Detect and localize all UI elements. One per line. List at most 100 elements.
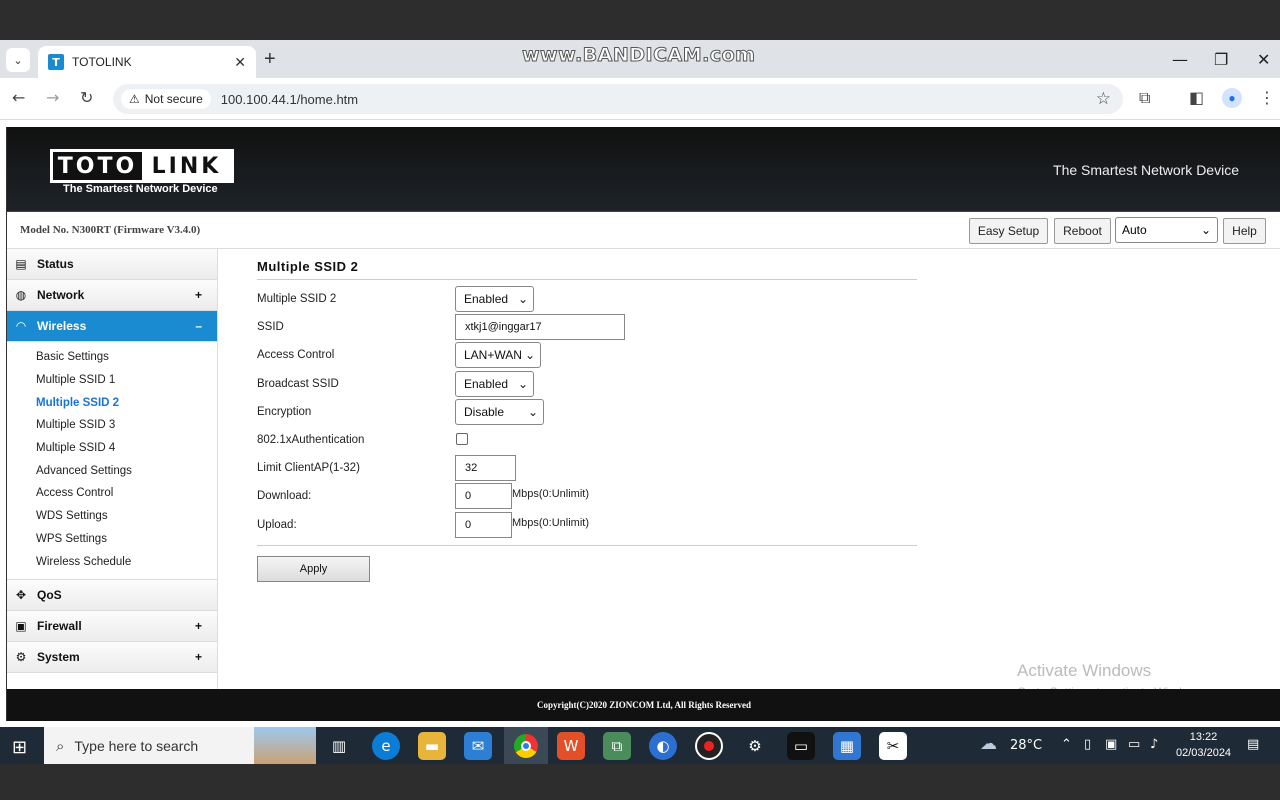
notifications-icon[interactable]: ▤: [1247, 737, 1259, 752]
sidebar-item-wps-settings[interactable]: WPS Settings: [7, 528, 217, 551]
capcut-icon[interactable]: ✂: [879, 732, 907, 760]
form-row-download: Download: 0 Mbps(0:Unlimit): [257, 482, 917, 510]
form-row-limit-client: Limit ClientAP(1-32) 32: [257, 454, 917, 482]
side-panel-icon[interactable]: ◧: [1189, 88, 1204, 107]
ssid-input[interactable]: xtkj1@inggar17: [455, 314, 625, 341]
sidebar-section-firewall[interactable]: ▣ Firewall +: [7, 610, 217, 642]
wireless-submenu: Basic Settings Multiple SSID 1 Multiple …: [7, 342, 217, 580]
settings-gear-icon[interactable]: ⚙: [741, 732, 769, 760]
wifi-icon: ◠: [16, 319, 26, 333]
bandicam-record-icon[interactable]: [695, 732, 723, 760]
select-value: Enabled: [464, 376, 509, 391]
broadcast-ssid-select[interactable]: Enabled ⌄: [455, 370, 534, 397]
weather-temperature[interactable]: 28°C: [1010, 738, 1042, 753]
sidebar-section-network[interactable]: ◍ Network +: [7, 280, 217, 311]
terminal-icon[interactable]: ▭: [787, 732, 815, 760]
window-close-icon[interactable]: ✕: [1257, 50, 1270, 69]
security-indicator[interactable]: ⚠ Not secure: [121, 89, 211, 109]
upload-unit: Mbps(0:Unlimit): [512, 516, 590, 529]
reload-icon[interactable]: ↻: [80, 88, 93, 107]
display-icon[interactable]: ▣: [1105, 737, 1117, 752]
multiple-ssid-select[interactable]: Enabled ⌄: [455, 286, 534, 312]
sidebar-item-multiple-ssid-2[interactable]: Multiple SSID 2: [7, 391, 217, 414]
chevron-down-icon: ⌄: [527, 404, 538, 419]
screen-top-band: [0, 0, 1280, 40]
logo-left-text: TOTO: [53, 152, 142, 180]
ssid-label: SSID: [257, 321, 284, 334]
encryption-select[interactable]: Disable ⌄: [455, 398, 544, 425]
broadcast-ssid-label: Broadcast SSID: [257, 377, 339, 390]
easy-setup-button[interactable]: Easy Setup: [969, 218, 1048, 244]
apply-button[interactable]: Apply: [257, 556, 370, 582]
browser-tab[interactable]: T TOTOLINK ✕: [38, 46, 256, 78]
taskbar-search-box[interactable]: ⌕ Type here to search: [44, 727, 316, 764]
language-value: Auto: [1122, 223, 1147, 237]
settings-form: Multiple SSID 2 Multiple SSID 2 Enabled ⌄…: [257, 259, 917, 582]
warning-triangle-icon: ⚠: [129, 92, 140, 106]
show-hidden-icons-chevron-icon[interactable]: ⌃: [1061, 737, 1072, 752]
wps-office-icon[interactable]: W: [557, 732, 585, 760]
back-arrow-icon[interactable]: ←: [12, 88, 25, 107]
gear-icon: ⚙: [15, 649, 27, 664]
tab-title: TOTOLINK: [72, 55, 132, 69]
menu-kebab-icon[interactable]: ⋮: [1259, 88, 1275, 107]
upload-input[interactable]: 0: [455, 511, 512, 538]
authentication-checkbox[interactable]: [456, 432, 468, 445]
bookmark-star-icon[interactable]: ☆: [1096, 89, 1111, 109]
volume-icon[interactable]: ♪: [1150, 737, 1158, 752]
extensions-puzzle-icon[interactable]: ⧉: [1139, 88, 1150, 108]
access-control-select[interactable]: LAN+WAN ⌄: [455, 342, 541, 369]
limit-client-label: Limit ClientAP(1-32): [257, 462, 360, 475]
sidebar-item-multiple-ssid-4[interactable]: Multiple SSID 4: [7, 437, 217, 460]
profile-avatar-icon[interactable]: ●: [1222, 88, 1242, 108]
network-icon[interactable]: ▭: [1128, 737, 1140, 752]
sidebar-item-advanced-settings[interactable]: Advanced Settings: [7, 459, 217, 482]
security-label: Not secure: [144, 92, 203, 106]
tab-close-icon[interactable]: ✕: [234, 54, 246, 71]
sidebar-item-multiple-ssid-1[interactable]: Multiple SSID 1: [7, 369, 217, 392]
weather-cloud-icon[interactable]: ☁: [980, 734, 997, 754]
chrome-taskbar-button[interactable]: [504, 727, 548, 764]
new-tab-plus-icon[interactable]: +: [264, 48, 276, 71]
clock-time: 13:22: [1189, 731, 1218, 743]
sidebar-item-wds-settings[interactable]: WDS Settings: [7, 505, 217, 528]
sidebar-item-wireless-schedule[interactable]: Wireless Schedule: [7, 550, 217, 573]
screen-bottom-band: [0, 764, 1280, 800]
reboot-button[interactable]: Reboot: [1054, 218, 1111, 244]
expand-plus-icon: +: [194, 649, 202, 664]
download-input[interactable]: 0: [455, 483, 512, 510]
sidebar-item-basic-settings[interactable]: Basic Settings: [7, 346, 217, 369]
help-button[interactable]: Help: [1223, 218, 1266, 244]
network-tool-icon[interactable]: ⧉: [603, 732, 631, 760]
sidebar-section-status[interactable]: ▤ Status: [7, 249, 217, 280]
encryption-label: Encryption: [257, 405, 312, 418]
meet-now-icon[interactable]: ▯: [1084, 737, 1091, 752]
forward-arrow-icon[interactable]: →: [46, 88, 59, 107]
windows-start-icon[interactable]: ⊞: [12, 737, 27, 758]
sidebar-item-access-control[interactable]: Access Control: [7, 482, 217, 505]
sidebar-section-wireless[interactable]: ◠ Wireless –: [7, 311, 217, 342]
vpn-app-icon[interactable]: ◐: [649, 732, 677, 760]
mail-icon[interactable]: ✉: [464, 732, 492, 760]
authentication-label: 802.1xAuthentication: [257, 433, 365, 446]
sidebar-section-system[interactable]: ⚙ System +: [7, 641, 217, 673]
taskbar-clock[interactable]: 13:22 02/03/2024: [1176, 729, 1231, 761]
file-explorer-icon[interactable]: ▬: [418, 732, 446, 760]
tab-search-chevron-icon[interactable]: ⌄: [6, 48, 30, 72]
address-bar[interactable]: ⚠ Not secure 100.100.44.1/home.htm ☆: [113, 84, 1123, 114]
bandicam-watermark: www.BANDICAM.com: [521, 44, 756, 67]
sidebar-item-multiple-ssid-3[interactable]: Multiple SSID 3: [7, 414, 217, 437]
form-row-encryption: Encryption Disable ⌄: [257, 398, 917, 426]
watermark-title: Activate Windows: [1017, 661, 1152, 680]
window-restore-icon[interactable]: ❐: [1214, 50, 1228, 69]
language-select[interactable]: Auto ⌄: [1115, 217, 1218, 243]
task-view-icon[interactable]: ▥: [325, 732, 353, 760]
sidebar-section-label: Status: [37, 257, 74, 271]
microsoft-store-icon[interactable]: ▦: [833, 732, 861, 760]
qos-icon: ✥: [15, 587, 27, 602]
url-text[interactable]: 100.100.44.1/home.htm: [221, 92, 358, 107]
window-minimize-icon[interactable]: —: [1172, 50, 1188, 69]
limit-client-input[interactable]: 32: [455, 455, 516, 482]
edge-browser-icon[interactable]: e: [372, 732, 400, 760]
sidebar-section-qos[interactable]: ✥ QoS: [7, 579, 217, 611]
